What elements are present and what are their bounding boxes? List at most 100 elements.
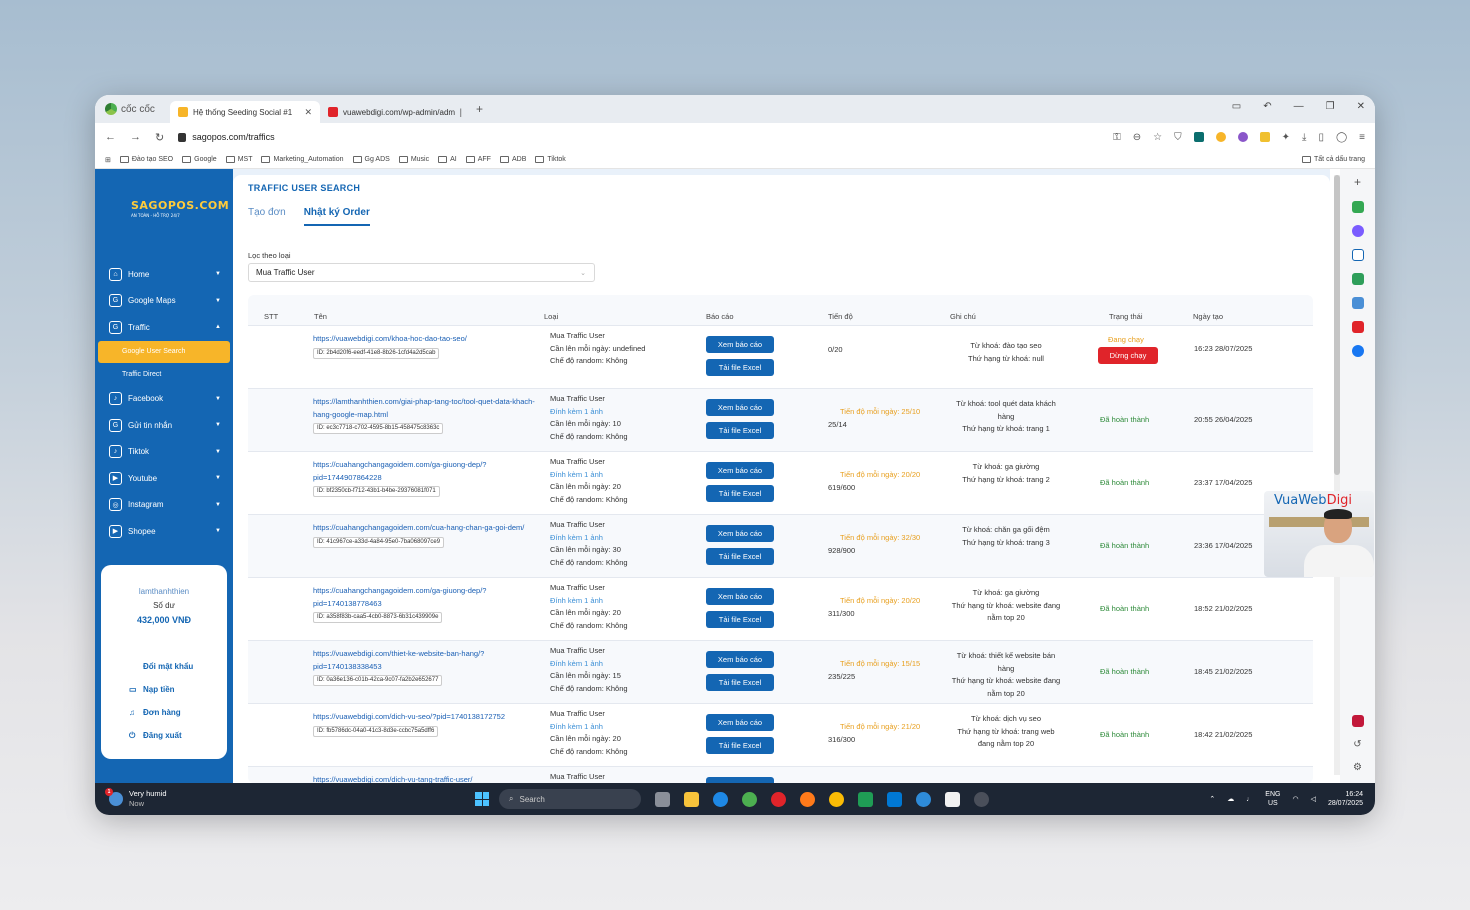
row-url-link[interactable]: https://cuahangchangagoidem.com/cua-hang… <box>313 522 535 535</box>
sidebar-item-shopee[interactable]: ▶ Shopee ▼ <box>109 518 227 545</box>
edge-icon[interactable] <box>713 791 728 807</box>
firefox-icon[interactable] <box>800 791 815 807</box>
cloud-icon[interactable]: ☁ <box>1227 795 1234 803</box>
extension-icon[interactable] <box>1351 715 1364 727</box>
all-bookmarks[interactable]: Tất cả dấu trang <box>1302 156 1365 163</box>
bookmark-item[interactable]: AFF <box>465 156 491 163</box>
reload-icon[interactable]: ↻ <box>155 131 164 144</box>
sidebar-item-home[interactable]: ⌂ Home ▼ <box>109 261 227 288</box>
excel-icon[interactable] <box>858 791 873 807</box>
minimize-icon[interactable]: — <box>1294 101 1304 112</box>
row-url-link[interactable]: https://cuahangchangagoidem.com/ga-giuon… <box>313 459 535 484</box>
row-url-link[interactable]: https://vuawebdigi.com/dich-vu-seo/?pid=… <box>313 711 535 724</box>
view-report-button[interactable]: Xem báo cáo <box>706 588 774 605</box>
add-icon[interactable]: + <box>1354 175 1361 189</box>
download-excel-button[interactable]: Tải file Excel <box>706 548 774 565</box>
new-tab-icon[interactable]: + <box>476 102 483 116</box>
bookmark-item[interactable]: ADB <box>499 156 526 163</box>
close-tab-icon[interactable]: | <box>460 107 462 117</box>
download-excel-button[interactable]: Tải file Excel <box>706 422 774 439</box>
youtube-icon[interactable] <box>1351 321 1364 333</box>
profile-icon[interactable]: ◯ <box>1336 132 1347 143</box>
close-window-icon[interactable]: ✕ <box>1357 101 1365 112</box>
sidebar-item-tiktok[interactable]: ♪ Tiktok ▼ <box>109 439 227 466</box>
taskbar-search[interactable]: ⌕ Search <box>499 789 641 809</box>
bookmark-item[interactable]: AI <box>438 156 457 163</box>
history-icon[interactable]: ↶ <box>1263 101 1271 112</box>
tab-order-log[interactable]: Nhật ký Order <box>303 207 370 226</box>
bookmark-item[interactable]: Music <box>398 156 429 163</box>
sidebar-item-google-maps[interactable]: G Google Maps ▼ <box>109 288 227 315</box>
row-url-link[interactable]: https://vuawebdigi.com/dich-vu-tang-traf… <box>313 774 535 783</box>
sidebar-item-instagram[interactable]: ◎ Instagram ▼ <box>109 492 227 519</box>
app-icon[interactable] <box>974 791 989 807</box>
bookmark-item[interactable]: MST <box>225 156 252 163</box>
history-icon[interactable]: ↺ <box>1353 739 1361 750</box>
wifi-icon[interactable]: ◠ <box>1292 795 1298 803</box>
coccoc-icon[interactable] <box>742 791 757 807</box>
view-report-button[interactable]: Xem báo cáo <box>706 651 774 668</box>
task-view-icon[interactable] <box>655 791 670 807</box>
download-excel-button[interactable]: Tải file Excel <box>706 611 774 628</box>
forward-icon[interactable]: → <box>130 131 141 143</box>
sidebar-item-youtube[interactable]: ▶ Youtube ▼ <box>109 465 227 492</box>
tab-create-order[interactable]: Tạo đơn <box>248 207 286 226</box>
facebook-icon[interactable] <box>1351 345 1364 357</box>
chrome-icon[interactable] <box>829 791 844 807</box>
file-explorer-icon[interactable] <box>684 791 699 807</box>
view-report-button[interactable]: Xem báo cáo <box>706 336 774 353</box>
weather-widget[interactable]: 1 Very humid Now <box>95 788 425 809</box>
star-icon[interactable]: ☆ <box>1153 132 1162 143</box>
top-up-link[interactable]: ▭ Nạp tiền <box>129 678 227 701</box>
bookmark-item[interactable]: Đào tạo SEO <box>119 156 173 163</box>
bookmark-item[interactable]: Tiktok <box>535 156 566 163</box>
extension-icon[interactable] <box>1259 132 1270 142</box>
row-type-line[interactable]: Đính kèm 1 ảnh <box>550 532 700 545</box>
change-password-link[interactable]: Đổi mật khẩu <box>129 655 227 678</box>
windows-start-icon[interactable] <box>475 792 489 806</box>
view-report-button[interactable]: Xem báo cáo <box>706 525 774 542</box>
mail-icon[interactable] <box>887 791 902 807</box>
download-excel-button[interactable]: Tải file Excel <box>706 485 774 502</box>
sidebar-toggle-icon[interactable]: ▯ <box>1318 132 1324 143</box>
sidebar-item-send-message[interactable]: G Gửi tin nhắn ▼ <box>109 412 227 439</box>
close-tab-icon[interactable]: ✕ <box>304 107 312 118</box>
logout-link[interactable]: ⏻ Đăng xuất <box>129 724 227 747</box>
capcut-icon[interactable] <box>945 791 960 807</box>
key-icon[interactable]: ⚿ <box>1113 132 1121 143</box>
row-type-line[interactable]: Đính kèm 1 ảnh <box>550 721 700 734</box>
menu-icon[interactable]: ≡ <box>1359 132 1365 143</box>
download-icon[interactable]: ⤓ <box>1302 132 1306 143</box>
game-icon[interactable] <box>1351 273 1364 285</box>
bookmark-item[interactable]: Gg ADS <box>352 156 390 163</box>
screenshot-icon[interactable]: ▭ <box>1232 101 1241 112</box>
tab-seeding[interactable]: Hệ thống Seeding Social #1 ✕ <box>170 101 320 123</box>
row-type-line[interactable]: Đính kèm 1 ảnh <box>550 469 700 482</box>
row-url-link[interactable]: https://lamthanhthien.com/giai-phap-tang… <box>313 396 535 421</box>
mic-icon[interactable]: ♩ <box>1246 796 1253 803</box>
maximize-icon[interactable]: ❐ <box>1326 101 1335 112</box>
zoom-icon[interactable]: ⊖ <box>1133 132 1141 143</box>
zalo-icon[interactable] <box>916 791 931 807</box>
sidebar-sub-google-user-search[interactable]: Google User Search <box>98 340 230 363</box>
download-excel-button[interactable]: Tải file Excel <box>706 737 774 754</box>
row-url-link[interactable]: https://vuawebdigi.com/thiet-ke-website-… <box>313 648 535 673</box>
messenger-icon[interactable] <box>1351 225 1364 237</box>
opera-icon[interactable] <box>771 791 786 807</box>
settings-icon[interactable]: ⚙ <box>1353 762 1362 773</box>
ai-icon[interactable] <box>1351 201 1364 213</box>
sidebar-item-facebook[interactable]: ♪ Facebook ▼ <box>109 386 227 413</box>
download-excel-button[interactable]: Tải file Excel <box>706 674 774 691</box>
row-type-line[interactable]: Đính kèm 1 ảnh <box>550 595 700 608</box>
zalo-icon[interactable] <box>1351 249 1364 261</box>
url-input[interactable]: sagopos.com/traffics <box>178 127 1099 147</box>
extension-icon[interactable] <box>1215 132 1226 142</box>
sidebar-sub-traffic-direct[interactable]: Traffic Direct <box>98 363 230 386</box>
tray-chevron-icon[interactable]: ⌃ <box>1209 795 1215 803</box>
bookmark-item[interactable]: Google <box>182 156 217 163</box>
back-icon[interactable]: ← <box>105 131 116 143</box>
clock[interactable]: 16:24 28/07/2025 <box>1328 790 1363 808</box>
orders-link[interactable]: ♫ Đơn hàng <box>129 701 227 724</box>
site-logo[interactable]: SAGOPOS.COM AN TOÀN - HỖ TRỢ 24/7 <box>131 199 229 218</box>
apps-grid-icon[interactable]: ⊞ <box>105 156 111 164</box>
